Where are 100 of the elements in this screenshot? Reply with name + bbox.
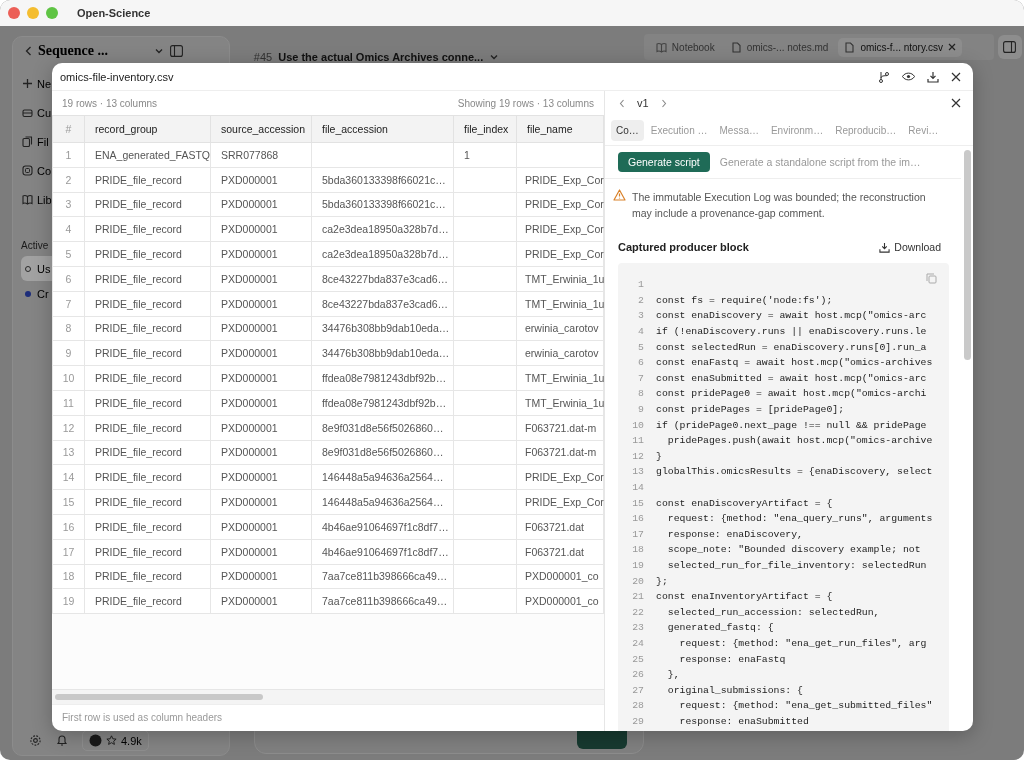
table-cell: TMT_Erwinia_1u xyxy=(516,266,604,292)
table-cell: 34476b308bb9dab10eda… xyxy=(311,340,454,366)
code-line: globalThis.omicsResults = {enaDiscovery, select xyxy=(656,466,933,478)
code-line: pridePages.push(await host.mcp("omics-archive xyxy=(666,435,933,447)
table-cell: 5bda360133398f66021c… xyxy=(311,192,454,217)
table-cell: PRIDE_file_record xyxy=(84,588,211,614)
table-cell: F063721.dat-m xyxy=(516,415,604,441)
table-cell: 7aa7ce811b398666ca49… xyxy=(311,564,454,589)
footer-note: First row is used as column headers xyxy=(52,704,604,731)
table-cell: PRIDE_file_record xyxy=(84,216,211,242)
line-number: 11 xyxy=(631,435,644,447)
line-number: 1 xyxy=(637,279,644,291)
code-line: const enaDiscoveryArtifact = { xyxy=(656,497,833,509)
code-line: request: {method: "ena_query_runs", arguments xyxy=(666,513,933,525)
thread-number: #45 xyxy=(253,51,273,63)
table-cell: PXD000001 xyxy=(210,192,312,217)
table-cell: ca2e3dea18950a328b7d… xyxy=(311,241,454,267)
table-cell: 7aa7ce811b398666ca49… xyxy=(311,588,454,614)
table-cell: PRIDE_file_record xyxy=(84,415,211,441)
table-cell: PRIDE_Exp_Cor xyxy=(516,167,604,193)
line-number: 4 xyxy=(637,326,644,338)
row-number: 12 xyxy=(52,415,85,441)
table-cell: ca2e3dea18950a328b7d… xyxy=(311,216,454,242)
table-cell: PRIDE_Exp_Cor xyxy=(516,192,604,217)
code-line: response: enaSubmitted xyxy=(678,715,809,727)
table-cell: PRIDE_file_record xyxy=(84,316,211,341)
line-number: 3 xyxy=(637,310,644,322)
table-cell: PRIDE_file_record xyxy=(84,464,211,490)
row-number: 13 xyxy=(52,440,85,465)
code-line: scope_note: "Bounded discovery example; not xyxy=(666,544,921,556)
warning-message: The immutable Execution Log was bounded; the reconstruction may include a provenance-gap comment. xyxy=(632,190,927,221)
table-cell: PRIDE_Exp_Cor xyxy=(516,241,604,267)
line-number: 9 xyxy=(637,404,644,416)
table-cell: PXD000001 xyxy=(210,489,312,515)
code-line: const fs = require('node:fs'); xyxy=(656,294,833,306)
table-cell: PRIDE_file_record xyxy=(84,340,211,366)
version-label: v1 xyxy=(637,97,649,109)
row-count: 19 rows · 13 columns xyxy=(62,97,158,109)
row-number: 2 xyxy=(52,167,85,193)
table-cell: TMT_Erwinia_1u xyxy=(516,390,604,416)
dialog-title: omics-file-inventory.csv xyxy=(60,70,174,83)
window-title: Open-Science xyxy=(77,7,151,19)
table-cell: F063721.dat xyxy=(516,539,604,565)
table-cell: SRR077868 xyxy=(210,142,312,168)
table-cell: PXD000001 xyxy=(210,464,312,490)
table-cell: PRIDE_file_record xyxy=(84,390,211,416)
table-cell: PXD000001 xyxy=(210,216,312,242)
line-number: 26 xyxy=(631,669,644,681)
table-cell: PXD000001_co xyxy=(516,588,604,614)
table-cell: PXD000001 xyxy=(210,266,312,292)
line-number: 15 xyxy=(631,497,644,509)
row-number: 18 xyxy=(52,564,85,589)
line-number: 18 xyxy=(631,544,644,556)
code-line: const enaDiscovery = await host.mcp("omics-arc xyxy=(656,310,927,322)
line-number: 21 xyxy=(631,591,644,603)
table-cell: PXD000001 xyxy=(210,241,312,267)
table-cell: PXD000001 xyxy=(210,365,312,391)
table-cell: PRIDE_file_record xyxy=(84,489,211,515)
table-cell: 8e9f031d8e56f5026860… xyxy=(311,415,454,441)
table-cell: PRIDE_file_record xyxy=(84,241,211,267)
line-number: 24 xyxy=(631,637,644,649)
code-line: const enaSubmitted = await host.mcp("omics-arc xyxy=(656,372,927,384)
table-cell: ffdea08e7981243dbf92b… xyxy=(311,390,454,416)
line-number: 10 xyxy=(631,419,644,431)
row-number: 1 xyxy=(52,142,85,168)
row-number: 11 xyxy=(52,390,85,416)
table-cell: PXD000001 xyxy=(210,440,312,465)
line-number: 14 xyxy=(631,482,644,493)
code-line: response: enaFastq xyxy=(678,653,786,665)
table-cell: PXD000001 xyxy=(210,564,312,589)
code-line: selected_run_accession: selectedRun, xyxy=(666,606,880,618)
table-cell: F063721.dat xyxy=(516,514,604,540)
line-number: 20 xyxy=(631,575,644,587)
code-line: selected_run_for_file_inventory: selectedRun xyxy=(666,560,927,571)
table-cell: PRIDE_file_record xyxy=(84,192,211,217)
line-number: 16 xyxy=(631,513,644,525)
showing-count: Showing 19 rows · 13 columns xyxy=(457,97,594,109)
line-number: 17 xyxy=(631,528,644,540)
table-cell: 4b46ae91064697f1c8df7… xyxy=(311,539,454,565)
table-cell: erwinia_carotov xyxy=(516,340,604,366)
table-cell: 5bda360133398f66021c… xyxy=(311,167,454,193)
table-cell: TMT_Erwinia_1u xyxy=(516,365,604,391)
action-hint: Generate a standalone script from the im… xyxy=(719,156,921,168)
row-number: 5 xyxy=(52,241,85,267)
table-cell: PRIDE_Exp_Cor xyxy=(516,489,604,515)
section-title: Captured producer block xyxy=(618,241,749,253)
table-cell: 8ce43227bda837e3cad6… xyxy=(311,291,454,317)
table-cell: PXD000001 xyxy=(210,340,312,366)
table-cell: PRIDE_file_record xyxy=(84,365,211,391)
line-number: 25 xyxy=(631,653,644,665)
code-line: if (pridePage0.next_page !== null && pridePage xyxy=(656,419,927,431)
code-line: response: enaDiscovery, xyxy=(666,528,803,540)
line-number: 12 xyxy=(631,450,644,462)
table-cell: PXD000001 xyxy=(210,167,312,193)
row-number: 9 xyxy=(52,340,85,366)
code-line: generated_fastq: { xyxy=(666,622,774,634)
row-number: 6 xyxy=(52,266,85,292)
table-cell: PRIDE_file_record xyxy=(84,539,211,565)
table-cell: PRIDE_file_record xyxy=(84,266,211,292)
row-number: 17 xyxy=(52,539,85,565)
